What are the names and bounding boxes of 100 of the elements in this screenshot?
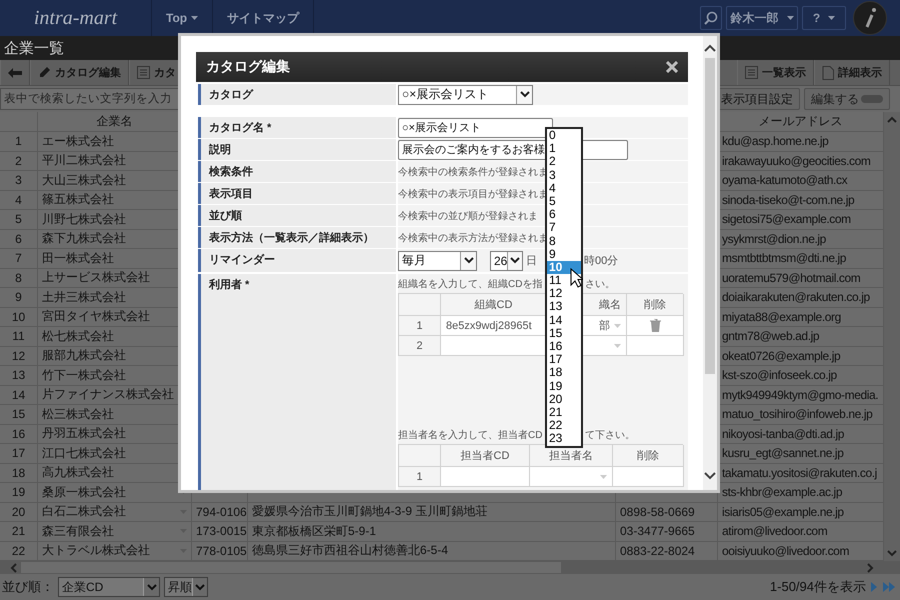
chevron-icon [195,584,205,590]
list-icon [137,66,150,79]
chevron-icon [510,257,520,264]
day-select[interactable]: 26 [490,250,523,270]
table-cell: 松三株式会社 [42,406,114,423]
row-number: 2 [0,152,38,171]
close-icon[interactable] [666,61,678,73]
table-cell: 8e5zx9wdj28965t [441,316,547,336]
table-cell: atirom@livedoor.com [718,522,884,542]
row-number: 17 [0,444,38,464]
chevron-icon [146,584,156,590]
hint-text: 組織名を入力して、組織CDを指 [398,278,544,291]
table-cell: 愛媛県今治市玉川町鍋地4-3-9 玉川町鍋地荘 [248,502,616,522]
time-label: 時00分 [584,254,618,268]
dialog-title: カタログ編集 [206,58,290,76]
caret-icon [786,16,794,20]
document-icon [822,66,834,80]
row-number: 21 [0,522,38,542]
field-label: 表示方法（一覧表示／詳細表示） [198,227,396,248]
row-number: 14 [0,386,38,405]
dropdown-caret-icon [614,344,621,348]
scroll-left-icon[interactable] [10,562,17,572]
sort-label: 並び順： [2,578,54,596]
table-cell: 川野七株式会社 [42,210,126,228]
table-cell: 松七株式会社 [42,328,114,345]
column-header: 担当者名 [530,445,613,467]
row-number: 7 [0,249,38,268]
trash-icon[interactable] [650,319,660,332]
table-cell: 服部九株式会社 [42,347,126,364]
column-header: 削除 [613,445,684,467]
back-arrow-icon [8,68,22,78]
field-label: 並び順 [198,205,396,226]
table-cell: 桑原一株式会社 [42,484,126,501]
table-cell: 794-0106 [192,502,248,522]
dropdown-caret-icon [600,474,607,478]
table-cell: 丹羽五株式会社 [42,425,126,442]
scroll-down-icon[interactable] [704,472,716,480]
table-cell: 173-0015 [192,522,248,542]
hint-text: て下さい。 [585,429,635,442]
table-cell: 上サービス株式会社 [42,269,150,286]
table-cell: 大トラベル株式会社 [42,542,150,560]
table-cell: 高九株式会社 [42,464,114,482]
field-label: 利用者 * [198,274,396,490]
unit-label: 日 [526,254,537,268]
field-label: リマインダー [198,249,396,272]
search-button[interactable] [700,6,722,30]
row-number: 10 [0,308,38,327]
row-number: 12 [0,346,38,366]
scroll-up-icon[interactable] [704,44,716,52]
table-cell: 東京都板橋区栄町5-9-1 [248,522,616,542]
field-label: 表示項目 [198,183,396,204]
help-menu[interactable]: ? [802,6,846,30]
row-number: 2 [399,336,441,356]
row-number: 9 [0,288,38,308]
pencil-icon [38,66,51,79]
row-number: 6 [0,230,38,249]
dropdown-cell[interactable] [530,467,613,487]
row-number: 18 [0,464,38,483]
row-number: 13 [0,366,38,386]
search-icon [704,11,718,25]
scroll-thumb[interactable] [705,58,715,374]
table-cell: 白石二株式会社 [42,503,126,520]
field-label: 説明 [198,139,396,160]
back-button[interactable] [0,60,30,85]
hint-text: さい。 [585,278,615,291]
caret-icon [191,16,198,20]
catalog-select[interactable]: ○×展示会リスト [398,84,533,104]
row-number: 16 [0,424,38,444]
field-value: 今検索中の並び順が登録されま [398,210,538,222]
table-cell: 土井三株式会社 [42,288,126,306]
table-cell: 江口七株式会社 [42,444,126,462]
table-cell: 田一株式会社 [42,250,114,267]
row-number: 15 [0,405,38,424]
paging-text: 1-50/94件を表示 [770,578,866,596]
row-number: 1 [0,132,38,152]
table-cell: エー株式会社 [42,132,114,150]
row-number: 1 [399,467,441,487]
table-cell: isiaris05@example.ne.jp [718,502,884,522]
row-number: 20 [0,502,38,522]
table-cell: 0898-58-0669 [616,502,718,522]
table-cell: 片ファイナンス株式会社 [42,386,174,404]
table-cell: 篠五株式会社 [42,191,114,208]
row-number: 1 [399,316,441,336]
row-number: 5 [0,210,38,230]
row-number: 8 [0,268,38,288]
sort-field-select[interactable]: 企業CD [58,577,160,597]
logo-icon [850,1,890,35]
list-icon [745,66,758,79]
dropdown-caret-icon [614,324,621,328]
row-number: 3 [0,171,38,190]
sort-order-select[interactable]: 昇順 [164,577,208,597]
scroll-right-icon[interactable] [867,562,874,572]
table-cell: 竹下一株式会社 [42,366,126,384]
table-cell: 森下九株式会社 [42,230,126,248]
column-header: 削除 [627,294,684,316]
chevron-icon [464,257,474,264]
user-menu[interactable]: 鈴木一郎 [726,6,798,30]
period-select[interactable]: 毎月 [398,250,477,270]
table-cell: 森三有限会社 [42,522,114,540]
chevron-icon [520,91,530,98]
